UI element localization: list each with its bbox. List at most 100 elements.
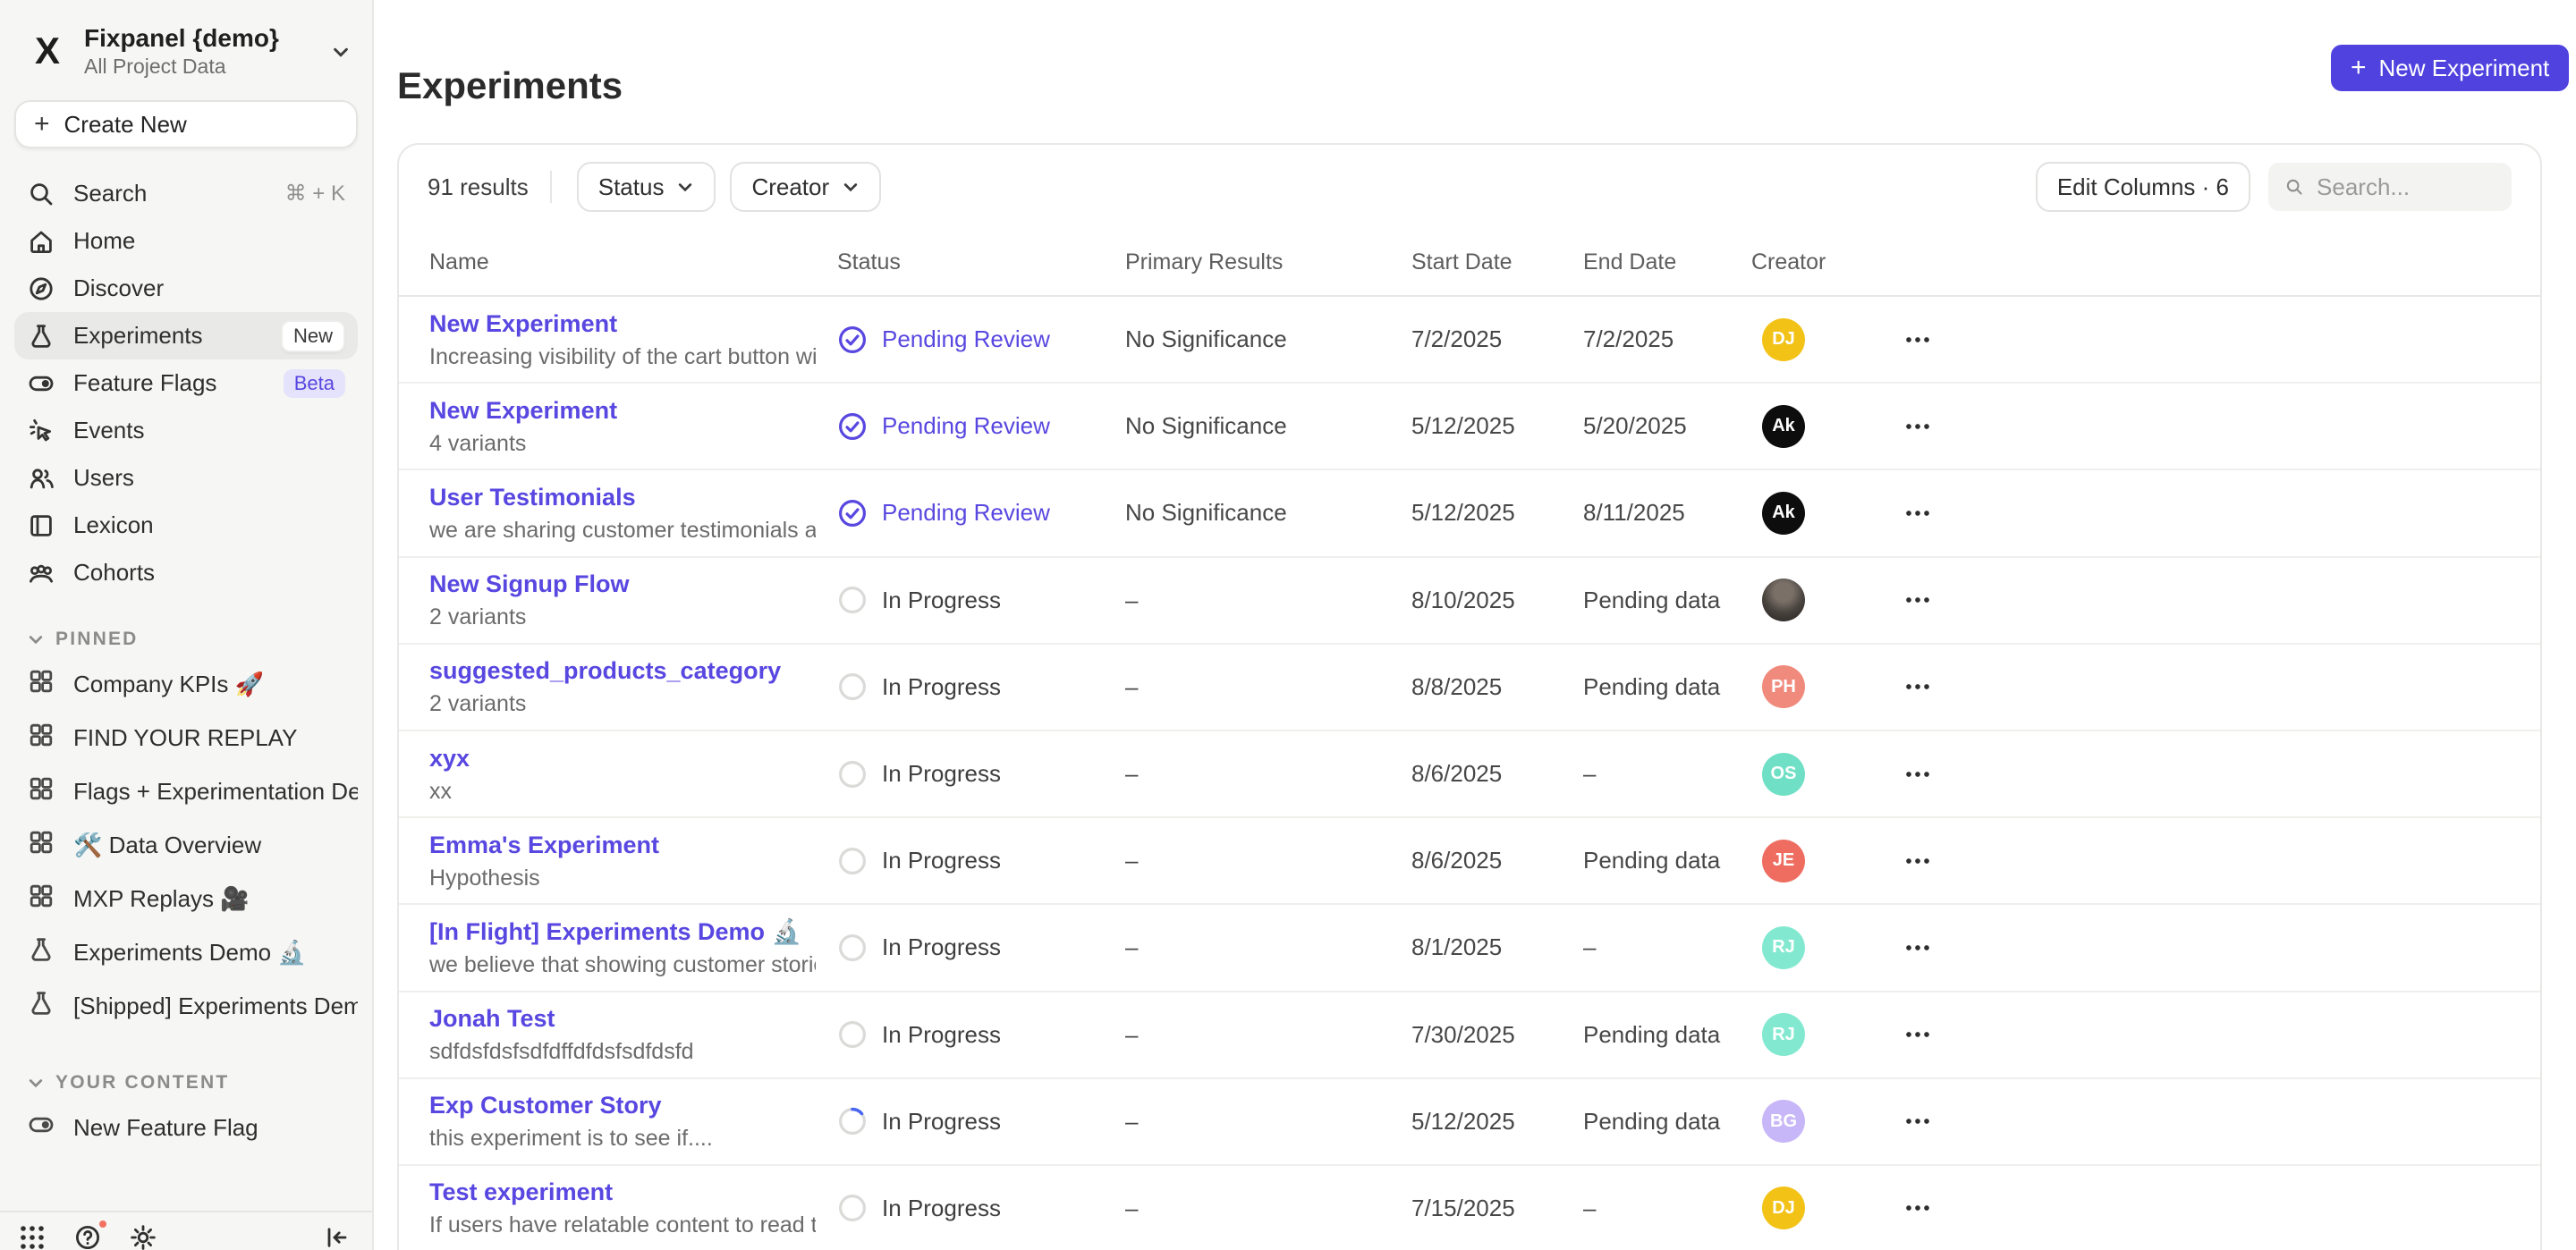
pinned-section-header[interactable]: PINNED — [27, 629, 345, 650]
creator-avatar — [1762, 579, 1805, 621]
sidebar-item-search[interactable]: Search ⌘ + K — [14, 170, 358, 217]
primary-results-value: – — [1125, 587, 1411, 614]
experiment-name-link[interactable]: [In Flight] Experiments Demo 🔬 — [429, 916, 816, 947]
collapse-sidebar-icon[interactable] — [322, 1223, 351, 1250]
row-menu-button[interactable] — [1894, 770, 1941, 779]
status-icon — [837, 933, 868, 963]
workspace-name: Fixpanel {demo} — [84, 23, 279, 54]
primary-results-value: – — [1125, 1195, 1411, 1222]
sidebar-item-home[interactable]: Home — [14, 217, 358, 265]
users-icon — [27, 464, 55, 493]
experiment-name-link[interactable]: New Signup Flow — [429, 569, 816, 599]
project-name: All Project Data — [84, 54, 279, 79]
row-menu-button[interactable] — [1894, 509, 1941, 518]
new-experiment-button[interactable]: + New Experiment — [2331, 45, 2569, 91]
status-icon — [837, 759, 868, 790]
workspace-switcher[interactable]: X Fixpanel {demo} All Project Data — [0, 0, 372, 89]
results-count: 91 results — [428, 173, 529, 201]
status-icon — [837, 498, 868, 528]
row-menu-button[interactable] — [1894, 857, 1941, 866]
table-row: suggested_products_category 2 variants I… — [399, 645, 2540, 731]
experiment-name-link[interactable]: New Experiment — [429, 308, 816, 339]
row-menu-button[interactable] — [1894, 595, 1941, 604]
experiment-name-link[interactable]: New Experiment — [429, 395, 816, 426]
board-icon — [27, 721, 55, 756]
start-date-value: 8/6/2025 — [1411, 760, 1583, 788]
sidebar-item-lexicon[interactable]: Lexicon — [14, 502, 358, 549]
sidebar-item-cohorts[interactable]: Cohorts — [14, 549, 358, 596]
sidebar-item-experiments[interactable]: Experiments New — [14, 312, 358, 359]
sidebar-item-events[interactable]: Events — [14, 407, 358, 454]
status-label: In Progress — [882, 847, 1001, 874]
pinned-item-shipped-experiments-demo[interactable]: [Shipped] Experiments Demo 🖊️ — [14, 979, 358, 1033]
settings-gear-icon[interactable] — [129, 1223, 157, 1250]
row-menu-button[interactable] — [1894, 335, 1941, 344]
edit-columns-button[interactable]: Edit Columns · 6 — [2036, 162, 2250, 212]
creator-filter-dropdown[interactable]: Creator — [730, 162, 881, 212]
sidebar-item-feature-flags[interactable]: Feature Flags Beta — [14, 359, 358, 407]
table-search — [2268, 163, 2512, 211]
experiment-name-link[interactable]: Jonah Test — [429, 1003, 816, 1034]
search-input[interactable] — [2317, 173, 2496, 201]
pinned-item-mxp-replays[interactable]: MXP Replays 🎥 — [14, 872, 358, 925]
pinned-item-flags-experimentation-demo[interactable]: Flags + Experimentation Demo , — [14, 764, 358, 818]
primary-results-value: – — [1125, 847, 1411, 874]
end-date-value: Pending data — [1583, 673, 1751, 701]
help-icon[interactable] — [73, 1223, 102, 1250]
pinned-item-find-your-replay[interactable]: FIND YOUR REPLAY — [14, 711, 358, 764]
your-content-section-header[interactable]: YOUR CONTENT — [27, 1072, 345, 1094]
column-header-start-date[interactable]: Start Date — [1411, 249, 1583, 275]
row-menu-button[interactable] — [1894, 682, 1941, 691]
column-header-end-date[interactable]: End Date — [1583, 249, 1751, 275]
app-window: X Fixpanel {demo} All Project Data + Cre… — [0, 0, 2576, 1250]
status-label: In Progress — [882, 1021, 1001, 1049]
experiment-name-link[interactable]: Emma's Experiment — [429, 830, 816, 860]
experiments-panel: 91 results Status Creator Edit Columns ·… — [397, 143, 2542, 1250]
column-header-name[interactable]: Name — [429, 249, 837, 275]
column-header-primary-results[interactable]: Primary Results — [1125, 249, 1411, 275]
board-icon — [27, 774, 55, 809]
create-new-button[interactable]: + Create New — [14, 100, 358, 148]
table-body: New Experiment Increasing visibility of … — [399, 297, 2540, 1250]
end-date-value: Pending data — [1583, 1021, 1751, 1049]
primary-results-value: No Significance — [1125, 412, 1411, 440]
flask-icon — [27, 989, 55, 1024]
experiment-description: Increasing visibility of the cart button… — [429, 342, 816, 371]
creator-avatar: BG — [1762, 1100, 1805, 1143]
apps-grid-icon[interactable] — [18, 1223, 47, 1250]
status-label: Pending Review — [882, 412, 1050, 440]
experiment-description: this experiment is to see if.... — [429, 1124, 816, 1153]
row-menu-button[interactable] — [1894, 1204, 1941, 1212]
start-date-value: 8/8/2025 — [1411, 673, 1583, 701]
row-menu-button[interactable] — [1894, 1030, 1941, 1039]
status-icon — [837, 671, 868, 702]
pinned-item-data-overview[interactable]: 🛠️ Data Overview — [14, 818, 358, 872]
pinned-item-experiments-demo[interactable]: Experiments Demo 🔬 — [14, 925, 358, 979]
experiment-name-link[interactable]: Test experiment — [429, 1177, 816, 1207]
sidebar-item-users[interactable]: Users — [14, 454, 358, 502]
content-item-new-feature-flag[interactable]: New Feature Flag — [14, 1101, 358, 1154]
experiment-name-link[interactable]: User Testimonials — [429, 482, 816, 512]
end-date-value: 5/20/2025 — [1583, 412, 1751, 440]
pinned-item-company-kpis[interactable]: Company KPIs 🚀 — [14, 657, 358, 711]
search-icon — [27, 180, 55, 208]
end-date-value: – — [1583, 933, 1751, 961]
row-menu-button[interactable] — [1894, 422, 1941, 431]
column-header-status[interactable]: Status — [837, 249, 1125, 275]
primary-results-value: – — [1125, 760, 1411, 788]
experiment-name-link[interactable]: Exp Customer Story — [429, 1090, 816, 1120]
toggle-icon — [27, 1111, 55, 1145]
experiment-description: we are sharing customer testimonials as … — [429, 516, 816, 545]
table-toolbar: 91 results Status Creator Edit Columns ·… — [399, 145, 2540, 229]
column-header-creator[interactable]: Creator — [1751, 249, 1894, 275]
table-row: User Testimonials we are sharing custome… — [399, 470, 2540, 557]
row-menu-button[interactable] — [1894, 943, 1941, 952]
compass-icon — [27, 274, 55, 303]
sidebar-item-discover[interactable]: Discover — [14, 265, 358, 312]
experiment-name-link[interactable]: suggested_products_category — [429, 655, 816, 686]
status-filter-dropdown[interactable]: Status — [577, 162, 716, 212]
divider — [550, 171, 552, 203]
experiment-name-link[interactable]: xyx — [429, 743, 816, 773]
row-menu-button[interactable] — [1894, 1117, 1941, 1126]
status-icon — [837, 585, 868, 615]
